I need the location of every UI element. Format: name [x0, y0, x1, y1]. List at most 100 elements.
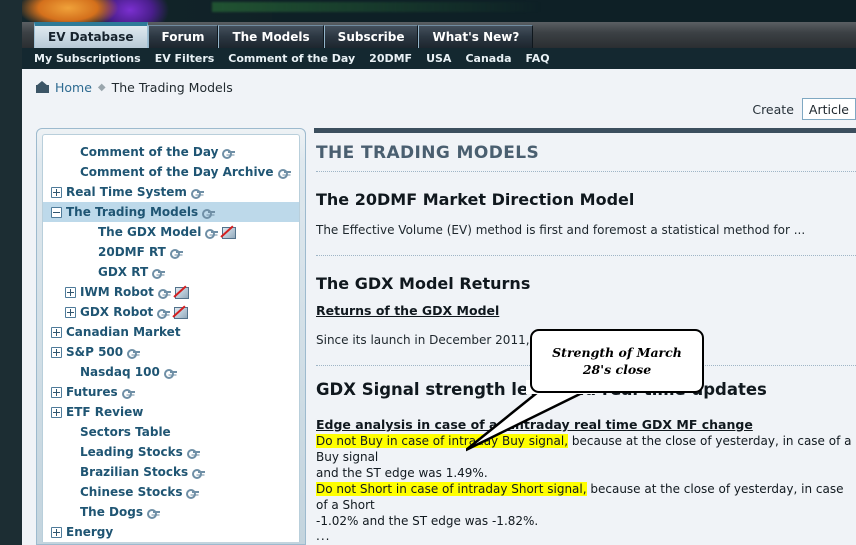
edge-line-1: Do not Buy in case of intraday Buy signa…: [314, 433, 856, 465]
sidebar-item-label: ETF Review: [66, 405, 144, 419]
buy-signal-highlight: Do not Buy in case of intraday Buy signa…: [316, 434, 569, 448]
key-icon: [157, 288, 171, 299]
expand-icon[interactable]: [51, 346, 62, 358]
expand-icon[interactable]: [51, 406, 62, 418]
left-rail: [0, 0, 22, 545]
sidebar-item-label: GDX Robot: [80, 305, 154, 319]
sidebar-item-the-dogs[interactable]: The Dogs: [43, 502, 299, 522]
sidebar-item-brazilian-stocks[interactable]: Brazilian Stocks: [43, 462, 299, 482]
sidebar-item-leading-stocks[interactable]: Leading Stocks: [43, 442, 299, 462]
key-icon: [146, 508, 160, 519]
short-signal-highlight: Do not Short in case of intraday Short s…: [316, 482, 587, 496]
sidebar-tree: Comment of the Day Comment of the Day Arc…: [42, 134, 300, 542]
sidebar-item-label: Leading Stocks: [80, 445, 183, 459]
sidebar-item-real-time-system[interactable]: Real Time System: [43, 182, 299, 202]
expand-icon[interactable]: [65, 306, 76, 318]
create-label: Create: [752, 101, 794, 117]
breadcrumb-separator-icon: ◆: [97, 81, 106, 93]
edge-analysis-heading-link[interactable]: Edge analysis in case of an intraday rea…: [314, 409, 856, 433]
book-restricted-icon: [174, 306, 189, 319]
sidebar: Comment of the Day Comment of the Day Arc…: [36, 128, 306, 545]
secondary-nav-usa[interactable]: USA: [426, 52, 451, 65]
sidebar-item-the-trading-models[interactable]: The Trading Models: [43, 202, 299, 222]
primary-tab-subscribe[interactable]: Subscribe: [323, 25, 419, 48]
sidebar-item-label: Comment of the Day Archive: [80, 165, 274, 179]
section-heading-20dmf: The 20DMF Market Direction Model: [316, 190, 635, 209]
app-window: EV Database Forum The Models Subscribe What'…: [0, 0, 856, 545]
sidebar-item-comment-of-the-day-archive[interactable]: Comment of the Day Archive: [43, 162, 299, 182]
section-heading-gdx-returns: The GDX Model Returns: [316, 274, 531, 293]
expand-icon[interactable]: [51, 326, 62, 338]
collapse-icon[interactable]: [51, 206, 62, 218]
sidebar-item-label: The Trading Models: [66, 205, 199, 219]
key-icon: [202, 208, 216, 219]
sidebar-item-label: Comment of the Day: [80, 145, 219, 159]
create-type-select[interactable]: Article: [801, 98, 856, 120]
key-icon: [121, 388, 135, 399]
sidebar-item-label: Chinese Stocks: [80, 485, 183, 499]
primary-tabbar: EV Database Forum The Models Subscribe What'…: [22, 22, 856, 48]
sidebar-item-canadian-market[interactable]: Canadian Market: [43, 322, 299, 342]
expand-icon[interactable]: [51, 386, 62, 398]
sidebar-item-etf-review[interactable]: ETF Review: [43, 402, 299, 422]
sidebar-item-chinese-stocks[interactable]: Chinese Stocks: [43, 482, 299, 502]
key-icon: [186, 448, 200, 459]
sidebar-item-energy[interactable]: Energy: [43, 522, 299, 542]
key-icon: [222, 148, 236, 159]
secondary-nav-faq[interactable]: FAQ: [526, 52, 550, 65]
sidebar-item-futures[interactable]: Futures: [43, 382, 299, 402]
key-icon: [157, 308, 171, 319]
sidebar-item-the-gdx-model[interactable]: The GDX Model: [43, 222, 299, 242]
sidebar-item-s-p-500[interactable]: S&P 500: [43, 342, 299, 362]
sidebar-item-label: S&P 500: [66, 345, 124, 359]
sidebar-item-label: Real Time System: [66, 185, 187, 199]
key-icon: [152, 268, 166, 279]
expand-icon[interactable]: [51, 526, 62, 538]
key-icon: [277, 168, 291, 179]
secondary-nav-ev-filters[interactable]: EV Filters: [155, 52, 215, 65]
key-icon: [127, 348, 141, 359]
primary-tabs: EV Database Forum The Models Subscribe What'…: [34, 22, 534, 48]
sidebar-item-label: IWM Robot: [80, 285, 154, 299]
sidebar-item-comment-of-the-day[interactable]: Comment of the Day: [43, 142, 299, 162]
primary-tab-ev-database[interactable]: EV Database: [34, 22, 148, 48]
secondary-nav-comment-of-the-day[interactable]: Comment of the Day: [228, 52, 355, 65]
sidebar-item-label: Nasdaq 100: [80, 365, 160, 379]
breadcrumb-current: The Trading Models: [111, 79, 233, 95]
sidebar-item-20dmf-rt[interactable]: 20DMF RT: [43, 242, 299, 262]
sidebar-item-gdx-robot[interactable]: GDX Robot: [43, 302, 299, 322]
secondary-nav: My Subscriptions EV Filters Comment of the…: [22, 48, 856, 69]
secondary-nav-canada[interactable]: Canada: [465, 52, 511, 65]
primary-tab-forum[interactable]: Forum: [147, 25, 219, 48]
key-icon: [163, 368, 177, 379]
sidebar-item-nasdaq-100[interactable]: Nasdaq 100: [43, 362, 299, 382]
breadcrumb: Home ◆ The Trading Models: [22, 69, 856, 105]
edge-line-2: Do not Short in case of intraday Short s…: [314, 481, 856, 513]
breadcrumb-home-link[interactable]: Home: [55, 80, 92, 95]
sidebar-item-label: Canadian Market: [66, 325, 181, 339]
page-title: THE TRADING MODELS: [316, 143, 540, 163]
create-row: Create Article: [752, 96, 856, 122]
returns-of-gdx-model-link[interactable]: Returns of the GDX Model: [314, 293, 499, 318]
primary-tab-the-models[interactable]: The Models: [218, 25, 324, 48]
sidebar-item-sectors-table[interactable]: Sectors Table: [43, 422, 299, 442]
secondary-nav-20dmf[interactable]: 20DMF: [369, 52, 412, 65]
sidebar-panel: Comment of the Day Comment of the Day Arc…: [36, 128, 306, 545]
sidebar-item-label: Futures: [66, 385, 118, 399]
expand-icon[interactable]: [51, 186, 62, 198]
edge-line-2-cont: -1.02% and the ST edge was -1.82%.: [316, 514, 539, 528]
secondary-nav-my-subscriptions[interactable]: My Subscriptions: [34, 52, 141, 65]
expand-icon[interactable]: [65, 286, 76, 298]
sidebar-item-iwm-robot[interactable]: IWM Robot: [43, 282, 299, 302]
sidebar-item-gdx-rt[interactable]: GDX RT: [43, 262, 299, 282]
sidebar-item-label: Sectors Table: [80, 425, 171, 439]
primary-tab-what-s-new[interactable]: What's New?: [418, 25, 534, 48]
